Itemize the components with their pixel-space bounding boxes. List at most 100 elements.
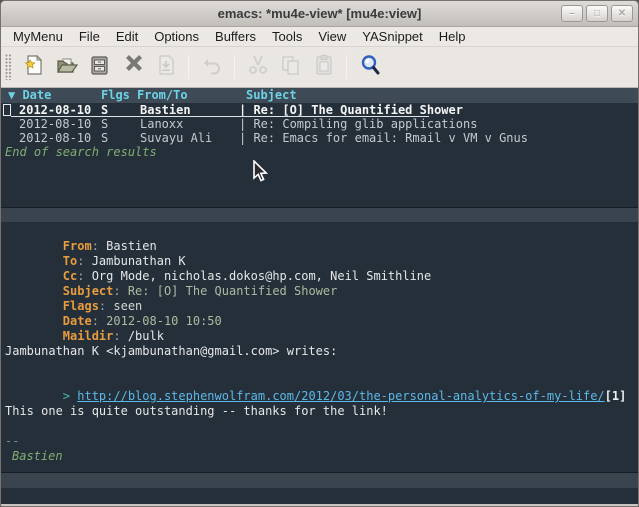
row-from: Suvayu Ali [140,131,212,145]
search-icon [358,53,382,82]
undo-icon [200,53,224,82]
headers-column-row[interactable]: ▼ Date Flgs From/To Subject [1,88,638,103]
titlebar[interactable]: emacs: *mu4e-view* [mu4e:view] – □ ✕ [1,1,638,27]
copy-button [274,51,307,83]
menu-mymenu[interactable]: MyMenu [5,27,71,47]
field-label: Flags [63,299,99,313]
emacs-content: ▼ Date Flgs From/To Subject 2012-08-10 S… [1,88,638,504]
mu4e-headers-window: ▼ Date Flgs From/To Subject 2012-08-10 S… [1,88,638,207]
minimize-button[interactable]: – [561,5,583,22]
maximize-button[interactable]: □ [586,5,608,22]
new-file-button[interactable] [17,51,50,83]
column-flags[interactable]: Flgs [101,88,130,103]
field-separator: : [113,329,127,343]
field-label: Date [63,314,92,328]
menu-tools[interactable]: Tools [264,27,310,47]
field-value: Bastien [106,239,157,253]
field-separator: : [99,299,113,313]
field-label: Subject [63,284,114,298]
body-link[interactable]: http://blog.stephenwolfram.com/2012/03/t… [77,389,604,403]
toolbar-separator [188,55,189,79]
toolbar-drag-handle[interactable] [5,54,12,80]
field-value: Re: [O] The Quantified Shower [128,284,338,298]
mu4e-view-window: From: Bastien To: Jambunathan K Cc: Org … [1,222,638,472]
field-value: Jambunathan K [92,254,186,268]
emacs-window: emacs: *mu4e-view* [mu4e:view] – □ ✕ MyM… [0,0,639,507]
row-date: 2012-08-10 [19,131,91,145]
blank-line [5,419,638,434]
field-separator: : [92,239,106,253]
signature-name: Bastien [5,449,638,464]
field-label: To [63,254,77,268]
save-as-button [149,51,182,83]
menu-view[interactable]: View [310,27,354,47]
field-separator: : [92,314,106,328]
body-attribution: Jambunathan K <kjambunathan@gmail.com> w… [5,344,638,359]
field-from: From: Bastien [5,224,638,239]
column-from[interactable]: From/To [137,88,188,103]
blank-line [5,359,638,374]
hollow-cursor [3,104,11,116]
row-flags: S [101,103,108,117]
field-value: seen [113,299,142,313]
field-separator: : [77,254,91,268]
undo-button [195,51,228,83]
row-date: 2012-08-10 [19,117,91,131]
signature-separator: -- [5,434,638,449]
field-label: Cc [63,269,77,283]
paste-button [307,51,340,83]
field-label: From [63,239,92,253]
message-row[interactable]: 2012-08-10 S Suvayu Ali | Re: Emacs for … [1,131,638,145]
message-row[interactable]: 2012-08-10 S Lanoxx | Re: Compiling glib… [1,117,638,131]
window-controls: – □ ✕ [561,5,633,22]
row-from: Lanoxx [140,117,183,131]
body-quote-line: > http://blog.stephenwolfram.com/2012/03… [5,374,638,389]
menu-edit[interactable]: Edit [108,27,146,47]
paste-icon [312,53,336,82]
toolbar-separator [346,55,347,79]
minibuffer[interactable] [1,488,638,504]
modeline-headers[interactable]: *mu4e-headers* ( 1, 0) [All/275] [mu4e-h… [1,207,638,222]
open-file-icon [55,53,79,82]
menu-file[interactable]: File [71,27,108,47]
row-subject: | Re: Compiling glib applications [239,117,477,131]
row-from: Bastien [140,103,191,117]
menu-help[interactable]: Help [431,27,474,47]
row-subject: | Re: Emacs for email: Rmail v VM v Gnus [239,131,528,145]
body-text: This one is quite outstanding -- thanks … [5,404,638,419]
field-value: 2012-08-10 10:50 [106,314,222,328]
search-button[interactable] [353,51,386,83]
window-title: emacs: *mu4e-view* [mu4e:view] [218,6,422,21]
close-buffer-icon [121,53,145,82]
save-button[interactable] [83,51,116,83]
quote-prefix: > [63,389,77,403]
toolbar [1,47,638,88]
message-row-selected[interactable]: 2012-08-10 S Bastien | Re: [O] The Quant… [1,103,638,117]
new-file-icon [22,53,46,82]
field-separator: : [77,269,91,283]
save-icon [88,53,112,82]
menu-options[interactable]: Options [146,27,207,47]
open-file-button[interactable] [50,51,83,83]
field-label: Maildir [63,329,114,343]
copy-icon [279,53,303,82]
save-as-icon [154,53,178,82]
menu-buffers[interactable]: Buffers [207,27,264,47]
link-footnote-ref: [1] [605,389,627,403]
field-value: /bulk [128,329,164,343]
cut-button [241,51,274,83]
row-date: 2012-08-10 [19,103,91,117]
cut-icon [246,53,270,82]
column-subject[interactable]: Subject [246,88,297,103]
close-buffer-button[interactable] [116,51,149,83]
toolbar-separator [234,55,235,79]
modeline-view[interactable]: *mu4e-view* ( 1, 0) [All/372] [mu4e:view… [1,472,638,488]
close-button[interactable]: ✕ [611,5,633,22]
row-flags: S [101,117,108,131]
row-flags: S [101,131,108,145]
field-separator: : [113,284,127,298]
menu-yasnippet[interactable]: YASnippet [354,27,430,47]
field-value: Org Mode, nicholas.dokos@hp.com, Neil Sm… [92,269,432,283]
row-subject: | Re: [O] The Quantified Shower [239,103,463,117]
column-date[interactable]: ▼ Date [8,88,51,103]
